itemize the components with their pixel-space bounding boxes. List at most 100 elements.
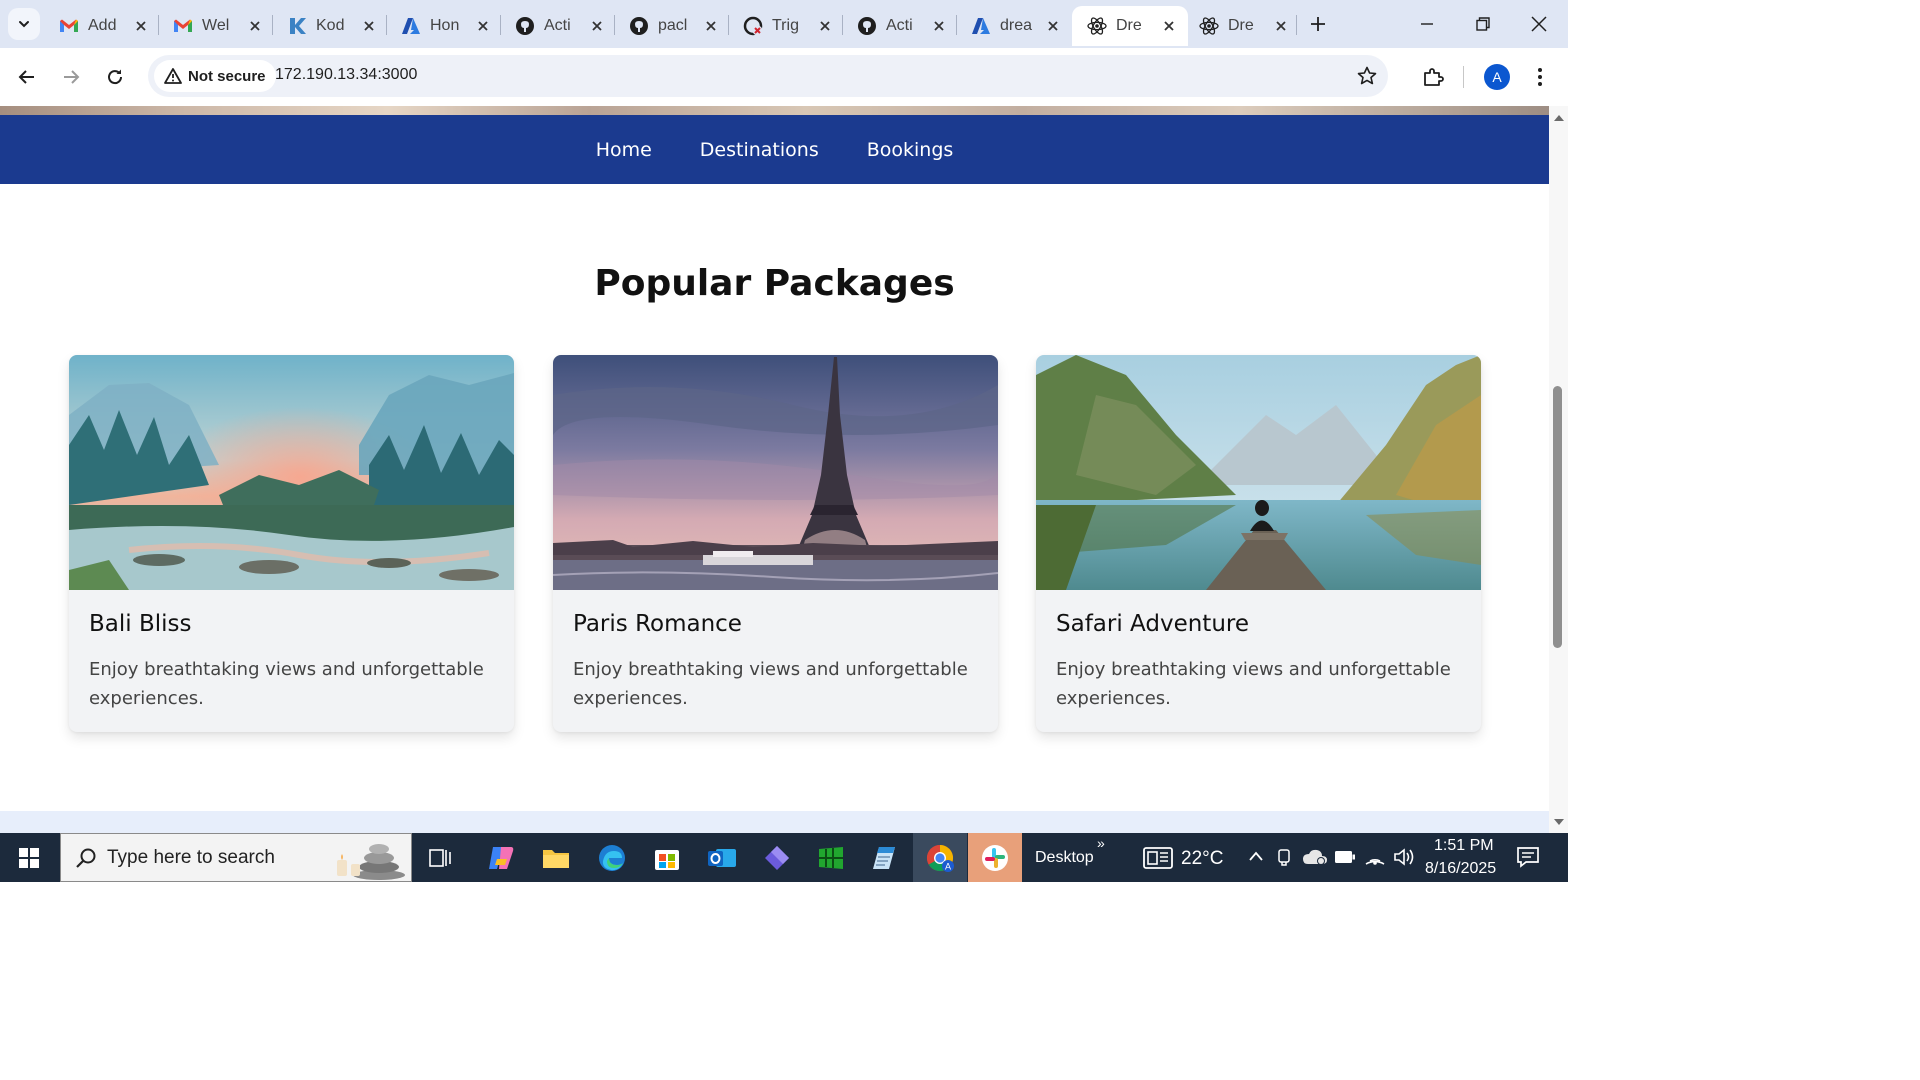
browser-tab[interactable]: Hon <box>386 6 502 46</box>
green-chart-app-icon <box>819 846 843 869</box>
minimize-button[interactable] <box>1399 0 1455 48</box>
chrome-icon: A <box>926 844 954 872</box>
browser-tab[interactable]: Acti <box>842 6 958 46</box>
scrollbar-thumb[interactable] <box>1553 386 1562 648</box>
nav-link-home[interactable]: Home <box>596 139 652 161</box>
browser-tab[interactable]: Add <box>44 6 160 46</box>
github-icon <box>856 15 878 37</box>
taskbar-outlook[interactable] <box>695 833 749 882</box>
site-security-chip[interactable]: Not secure <box>154 60 276 92</box>
close-icon[interactable] <box>702 17 720 35</box>
clock-date[interactable]: 8/16/2025 <box>1425 860 1496 878</box>
taskbar-microsoft-store[interactable] <box>640 833 694 882</box>
taskbar-sheets-app[interactable] <box>804 833 858 882</box>
forward-button[interactable] <box>54 60 88 94</box>
restore-button[interactable] <box>1455 0 1511 48</box>
tab-title: Dre <box>1228 17 1254 34</box>
chrome-menu-button[interactable] <box>1523 60 1557 94</box>
browser-tab[interactable]: pacl <box>614 6 730 46</box>
tab-title: Acti <box>886 17 913 34</box>
back-button[interactable] <box>10 60 44 94</box>
nav-link-destinations[interactable]: Destinations <box>700 139 819 161</box>
react-icon <box>1086 15 1108 37</box>
taskbar-chrome[interactable]: A <box>913 833 967 882</box>
chevron-down-icon <box>19 21 29 28</box>
close-icon[interactable] <box>816 17 834 35</box>
notification-center-icon[interactable] <box>1516 846 1540 868</box>
address-bar[interactable]: Not secure 172.190.13.34:3000 <box>148 55 1388 97</box>
toolbar-overflow-icon[interactable]: » <box>1097 835 1105 851</box>
scroll-up-arrow-icon[interactable] <box>1553 112 1564 122</box>
page-scrollbar[interactable] <box>1549 106 1568 833</box>
package-description: Enjoy breathtaking views and unforgettab… <box>89 659 484 709</box>
battery-icon[interactable] <box>1334 850 1356 864</box>
close-icon[interactable] <box>930 17 948 35</box>
close-icon[interactable] <box>474 17 492 35</box>
browser-tab[interactable]: Wel <box>158 6 274 46</box>
scroll-down-arrow-icon[interactable] <box>1553 817 1564 827</box>
close-icon[interactable] <box>1044 17 1062 35</box>
taskbar-slack[interactable] <box>968 833 1022 882</box>
browser-tab[interactable]: Dre <box>1184 6 1300 46</box>
volume-icon[interactable] <box>1393 847 1415 867</box>
close-icon <box>1531 16 1547 32</box>
wifi-icon[interactable] <box>1364 846 1386 866</box>
taskbar-search-box[interactable]: Type here to search <box>60 833 412 882</box>
close-icon[interactable] <box>360 17 378 35</box>
notepad-icon <box>873 846 895 869</box>
close-icon[interactable] <box>1160 17 1178 35</box>
package-card[interactable]: Bali Bliss Enjoy breathtaking views and … <box>69 355 514 732</box>
browser-tab[interactable]: Kod <box>272 6 388 46</box>
close-window-button[interactable] <box>1511 0 1567 48</box>
start-button[interactable] <box>0 833 58 882</box>
react-icon <box>1198 15 1220 37</box>
desktop-toolbar-label[interactable]: Desktop <box>1035 849 1094 867</box>
browser-tab[interactable]: Trig <box>728 6 844 46</box>
star-icon <box>1357 66 1377 85</box>
taskbar-power-automate[interactable] <box>750 833 804 882</box>
search-placeholder: Type here to search <box>107 846 275 868</box>
site-navbar: Home Destinations Bookings <box>0 115 1549 184</box>
meet-now-icon[interactable] <box>1276 848 1294 866</box>
tab-title: Add <box>88 17 117 34</box>
package-description: Enjoy breathtaking views and unforgettab… <box>573 659 968 709</box>
url-text[interactable]: 172.190.13.34:3000 <box>275 66 417 84</box>
extensions-button[interactable] <box>1416 60 1450 94</box>
close-icon[interactable] <box>132 17 150 35</box>
taskbar-edge[interactable] <box>585 833 639 882</box>
tab-title: Kod <box>316 17 345 34</box>
task-view-button[interactable] <box>414 833 468 882</box>
tab-title: Acti <box>544 17 571 34</box>
taskbar-copilot[interactable] <box>474 833 528 882</box>
browser-tab-active[interactable]: Dre <box>1072 6 1188 46</box>
close-icon[interactable] <box>588 17 606 35</box>
section-title: Popular Packages <box>594 263 955 304</box>
weather-temperature[interactable]: 22°C <box>1181 848 1223 870</box>
reload-button[interactable] <box>98 60 132 94</box>
windows-logo-icon <box>19 847 39 868</box>
taskbar-notepad[interactable] <box>858 833 912 882</box>
package-image-alpine-lake <box>1036 355 1481 590</box>
bookmark-star-button[interactable] <box>1354 63 1380 89</box>
new-tab-button[interactable] <box>1304 10 1332 38</box>
profile-avatar[interactable]: A <box>1484 64 1510 90</box>
store-icon <box>655 849 679 870</box>
edge-browser-icon <box>599 844 625 871</box>
close-icon[interactable] <box>246 17 264 35</box>
package-card[interactable]: Safari Adventure Enjoy breathtaking view… <box>1036 355 1481 732</box>
puzzle-icon <box>1424 68 1444 86</box>
chevron-up-icon[interactable] <box>1248 850 1264 862</box>
nav-link-bookings[interactable]: Bookings <box>867 139 954 161</box>
browser-tab[interactable]: drea <box>956 6 1072 46</box>
browser-tab[interactable]: Acti <box>500 6 616 46</box>
close-icon[interactable] <box>1272 17 1290 35</box>
copilot-icon <box>489 846 514 869</box>
folder-icon <box>543 849 569 868</box>
tab-title: pacl <box>658 17 688 34</box>
tab-search-button[interactable] <box>8 8 40 40</box>
clock-time[interactable]: 1:51 PM <box>1434 837 1494 855</box>
package-card[interactable]: Paris Romance Enjoy breathtaking views a… <box>553 355 998 732</box>
onedrive-cloud-icon[interactable] <box>1302 848 1328 866</box>
reload-icon <box>108 69 123 85</box>
taskbar-file-explorer[interactable] <box>529 833 583 882</box>
